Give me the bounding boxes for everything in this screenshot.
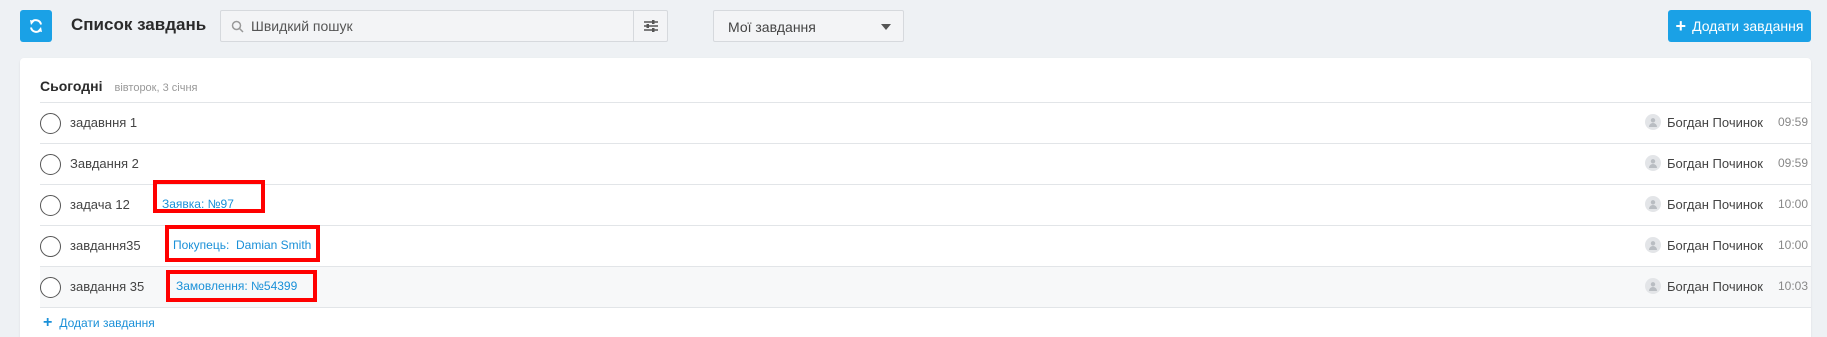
- assignee-name: Богдан Починок: [1667, 237, 1763, 253]
- task-title[interactable]: Завдання 2: [70, 156, 139, 171]
- task-complete-checkbox[interactable]: [40, 195, 61, 216]
- task-assignee: Богдан Починок: [1645, 278, 1763, 294]
- plus-icon: +: [1675, 16, 1687, 36]
- add-task-link-label: Додати завдання: [59, 316, 155, 330]
- task-row[interactable]: Завдання 2 Богдан Починок 09:59: [40, 143, 1811, 184]
- task-filter-select[interactable]: Мої завдання: [713, 10, 904, 42]
- assignee-name: Богдан Починок: [1667, 196, 1763, 212]
- top-toolbar: Список завдань Мої завдання + Додати зав…: [0, 0, 1827, 52]
- list-divider: [40, 307, 1811, 308]
- task-time: 10:03: [1778, 279, 1809, 293]
- plus-icon: +: [43, 314, 53, 331]
- user-avatar-icon: [1645, 278, 1661, 294]
- user-avatar-icon: [1645, 155, 1661, 171]
- task-assignee: Богдан Починок: [1645, 114, 1763, 130]
- section-date: вівторок, 3 січня: [114, 82, 198, 94]
- sliders-icon: [643, 20, 658, 32]
- refresh-button[interactable]: [20, 10, 52, 42]
- page-title: Список завдань: [71, 15, 207, 34]
- assignee-name: Богдан Починок: [1667, 114, 1763, 130]
- highlight-box: [165, 225, 320, 262]
- user-avatar-icon: [1645, 114, 1661, 130]
- refresh-icon: [30, 19, 42, 33]
- task-title[interactable]: завдання35: [70, 238, 141, 253]
- add-task-button[interactable]: + Додати завдання: [1668, 10, 1811, 42]
- task-title[interactable]: задача 12: [70, 197, 130, 212]
- add-task-link[interactable]: + Додати завдання: [43, 315, 155, 331]
- task-complete-checkbox[interactable]: [40, 277, 61, 298]
- chevron-down-icon: [881, 24, 891, 30]
- user-avatar-icon: [1645, 196, 1661, 212]
- highlight-box: [153, 180, 265, 213]
- task-assignee: Богдан Починок: [1645, 237, 1763, 253]
- user-avatar-icon: [1645, 237, 1661, 253]
- assignee-name: Богдан Починок: [1667, 155, 1763, 171]
- task-time: 10:00: [1778, 238, 1809, 252]
- add-task-button-label: Додати завдання: [1692, 18, 1804, 34]
- search-icon: [231, 20, 244, 33]
- search-box: [220, 10, 668, 42]
- task-row[interactable]: завдання35 Покупець: Damian Smith Богдан…: [40, 225, 1811, 266]
- task-time: 09:59: [1778, 156, 1809, 170]
- search-input[interactable]: [251, 11, 621, 41]
- highlight-box: [166, 270, 317, 302]
- task-list: задавння 1 Богдан Починок 09:59 Завдання…: [40, 102, 1811, 308]
- task-row[interactable]: задача 12 Заявка: №97 Богдан Починок 10:…: [40, 180, 1811, 225]
- task-row[interactable]: завдання 35 Замовлення: №54399 Богдан По…: [40, 266, 1811, 307]
- task-assignee: Богдан Починок: [1645, 155, 1763, 171]
- task-title[interactable]: завдання 35: [70, 279, 144, 294]
- task-complete-checkbox[interactable]: [40, 113, 61, 134]
- task-time: 09:59: [1778, 115, 1809, 129]
- task-title[interactable]: задавння 1: [70, 115, 137, 130]
- section-header: Сьогодні вівторок, 3 січня: [40, 78, 197, 94]
- task-complete-checkbox[interactable]: [40, 154, 61, 175]
- task-assignee: Богдан Починок: [1645, 196, 1763, 212]
- filter-button[interactable]: [633, 11, 667, 41]
- section-title: Сьогодні: [40, 78, 103, 94]
- task-time: 10:00: [1778, 197, 1809, 211]
- task-list-card: Сьогодні вівторок, 3 січня задавння 1 Бо…: [20, 58, 1811, 337]
- assignee-name: Богдан Починок: [1667, 278, 1763, 294]
- task-row[interactable]: задавння 1 Богдан Починок 09:59: [40, 102, 1811, 143]
- task-complete-checkbox[interactable]: [40, 236, 61, 257]
- task-filter-value: Мої завдання: [728, 19, 816, 35]
